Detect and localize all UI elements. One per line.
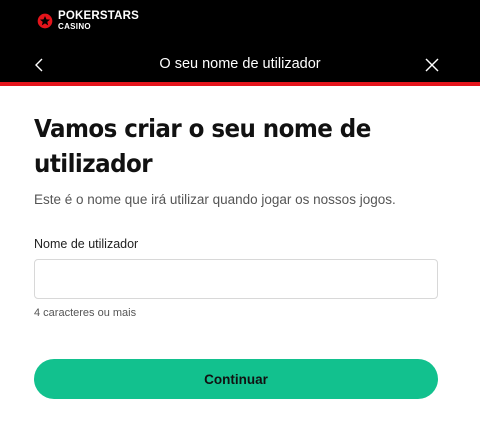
logo-wordmark: POKERSTARS CASINO	[58, 10, 140, 31]
logo-name: POKERSTARS	[58, 10, 140, 22]
pokerstars-casino-logo: POKERSTARS CASINO	[37, 10, 140, 31]
top-bar: POKERSTARS CASINO O seu nome de utilizad…	[0, 0, 480, 86]
close-button[interactable]	[421, 55, 443, 75]
close-icon	[425, 58, 439, 72]
username-label: Nome de utilizador	[34, 237, 139, 251]
header-accent-line	[0, 82, 480, 86]
page-subtitle: Este é o nome que irá utilizar quando jo…	[34, 192, 396, 207]
username-input[interactable]	[34, 259, 438, 299]
continue-button[interactable]: Continuar	[34, 359, 438, 399]
page-heading: Vamos criar o seu nome de utilizador	[34, 114, 371, 178]
header-title: O seu nome de utilizador	[159, 56, 321, 72]
logo-subname: CASINO	[58, 21, 91, 31]
username-hint: 4 caracteres ou mais	[34, 307, 137, 319]
star-logo-icon	[37, 13, 53, 29]
header-nav: O seu nome de utilizador	[0, 48, 480, 82]
